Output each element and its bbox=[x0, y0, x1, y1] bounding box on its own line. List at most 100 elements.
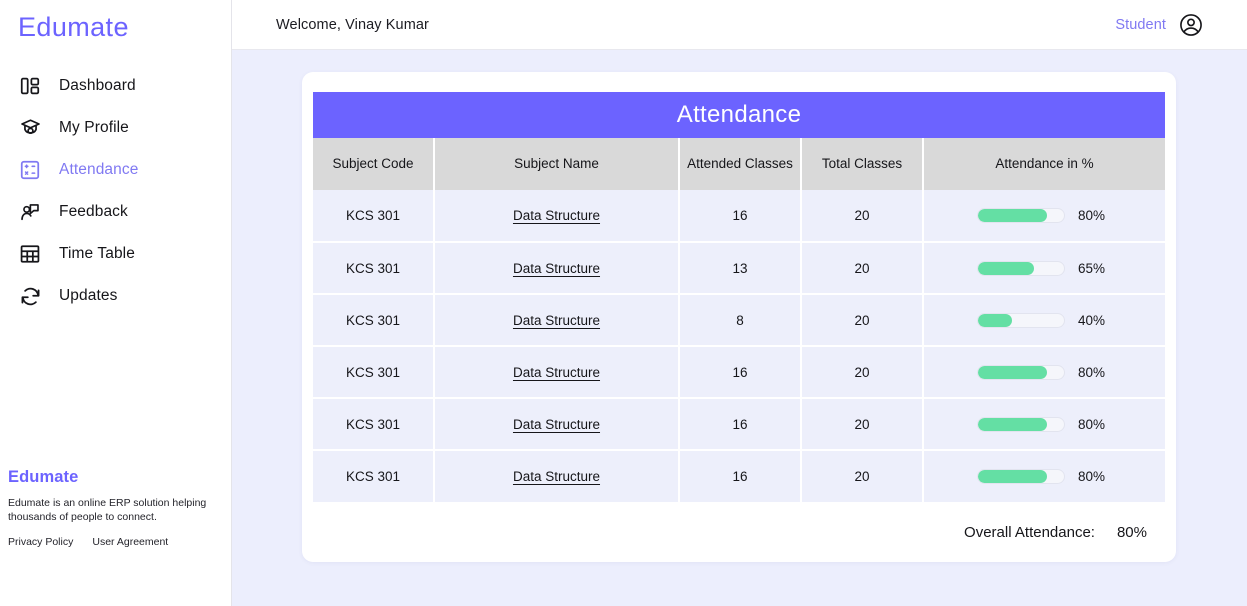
table-grid-icon bbox=[17, 241, 43, 267]
cell-total: 20 bbox=[801, 242, 924, 295]
column-header-attendance-pct: Attendance in % bbox=[923, 138, 1165, 190]
cell-attended: 16 bbox=[679, 398, 802, 451]
attendance-grid-icon bbox=[17, 157, 43, 183]
progress-group: 80% bbox=[928, 416, 1161, 432]
cell-subject-name: Data Structure bbox=[434, 190, 680, 243]
table-row: KCS 301 Data Structure 16 20 80% bbox=[313, 346, 1165, 399]
cell-subject-code: KCS 301 bbox=[313, 450, 435, 502]
cell-attended: 16 bbox=[679, 450, 802, 502]
subject-link[interactable]: Data Structure bbox=[513, 469, 600, 484]
cell-subject-name: Data Structure bbox=[434, 398, 680, 451]
overall-attendance-value: 80% bbox=[1116, 524, 1147, 541]
cell-total: 20 bbox=[801, 294, 924, 347]
progress-fill bbox=[978, 365, 1047, 379]
cell-subject-code: KCS 301 bbox=[313, 346, 435, 399]
refresh-icon bbox=[17, 283, 43, 309]
column-header-subject-name: Subject Name bbox=[434, 138, 680, 190]
progress-group: 80% bbox=[928, 469, 1161, 484]
footer-description: Edumate is an online ERP solution helpin… bbox=[8, 496, 207, 523]
table-row: KCS 301 Data Structure 16 20 80% bbox=[313, 450, 1165, 502]
cell-subject-code: KCS 301 bbox=[313, 398, 435, 451]
cell-attendance-percent: 40% bbox=[923, 294, 1165, 347]
progress-fill bbox=[978, 209, 1047, 222]
cell-subject-name: Data Structure bbox=[434, 242, 680, 295]
overall-attendance-label: Overall Attendance: bbox=[964, 524, 1095, 541]
top-header: Welcome, Vinay Kumar Student bbox=[232, 0, 1247, 50]
cell-total: 20 bbox=[801, 190, 924, 243]
column-header-subject-code: Subject Code bbox=[313, 138, 435, 190]
sidebar-item-label: Time Table bbox=[59, 245, 135, 262]
progress-fill bbox=[978, 261, 1034, 275]
sidebar-item-label: Feedback bbox=[59, 203, 128, 220]
sidebar-item-label: Attendance bbox=[59, 161, 139, 178]
cell-attendance-percent: 80% bbox=[923, 450, 1165, 502]
sidebar-item-label: My Profile bbox=[59, 119, 129, 136]
progress-fill bbox=[978, 417, 1047, 431]
percent-label: 65% bbox=[1078, 260, 1106, 276]
cell-subject-name: Data Structure bbox=[434, 450, 680, 502]
footer-links: Privacy Policy User Agreement bbox=[8, 536, 223, 548]
sidebar-item-dashboard[interactable]: Dashboard bbox=[0, 65, 231, 107]
progress-track bbox=[977, 260, 1065, 276]
cell-attended: 13 bbox=[679, 242, 802, 295]
cell-total: 20 bbox=[801, 450, 924, 502]
main-area: Welcome, Vinay Kumar Student Attendance bbox=[232, 0, 1247, 606]
progress-group: 40% bbox=[928, 312, 1161, 328]
table-head: Subject Code Subject Name Attended Class… bbox=[313, 138, 1165, 190]
attendance-title: Attendance bbox=[313, 92, 1165, 138]
progress-track bbox=[977, 208, 1065, 223]
cell-total: 20 bbox=[801, 346, 924, 399]
sidebar-item-time-table[interactable]: Time Table bbox=[0, 233, 231, 275]
dashboard-icon bbox=[17, 73, 43, 99]
subject-link[interactable]: Data Structure bbox=[513, 365, 600, 380]
progress-group: 80% bbox=[928, 364, 1161, 380]
table-row: KCS 301 Data Structure 16 20 80% bbox=[313, 398, 1165, 451]
welcome-text: Welcome, Vinay Kumar bbox=[276, 16, 429, 33]
user-agreement-link[interactable]: User Agreement bbox=[92, 536, 168, 548]
percent-label: 80% bbox=[1078, 469, 1106, 484]
privacy-policy-link[interactable]: Privacy Policy bbox=[8, 536, 73, 548]
role-label[interactable]: Student bbox=[1115, 17, 1166, 33]
account-circle-icon[interactable] bbox=[1178, 12, 1204, 38]
sidebar-item-updates[interactable]: Updates bbox=[0, 275, 231, 317]
cell-attended: 16 bbox=[679, 346, 802, 399]
cell-subject-code: KCS 301 bbox=[313, 294, 435, 347]
percent-label: 80% bbox=[1078, 208, 1106, 223]
sidebar: Edumate Dashboard My Profile Attendance … bbox=[0, 0, 232, 606]
cell-subject-name: Data Structure bbox=[434, 346, 680, 399]
cell-attendance-percent: 80% bbox=[923, 346, 1165, 399]
cell-total: 20 bbox=[801, 398, 924, 451]
sidebar-item-label: Updates bbox=[59, 287, 118, 304]
table-header-row: Subject Code Subject Name Attended Class… bbox=[313, 138, 1165, 190]
percent-label: 40% bbox=[1078, 312, 1106, 328]
cell-subject-name: Data Structure bbox=[434, 294, 680, 347]
sidebar-item-attendance[interactable]: Attendance bbox=[0, 149, 231, 191]
progress-group: 80% bbox=[928, 208, 1161, 223]
sidebar-footer: Edumate Edumate is an online ERP solutio… bbox=[8, 468, 223, 548]
table-row: KCS 301 Data Structure 16 20 80% bbox=[313, 190, 1165, 243]
percent-label: 80% bbox=[1078, 416, 1106, 432]
graduation-cap-icon bbox=[17, 115, 43, 141]
attendance-card: Attendance Subject Code Subject Name Att… bbox=[302, 72, 1176, 562]
footer-brand: Edumate bbox=[8, 467, 79, 486]
progress-track bbox=[977, 469, 1065, 484]
cell-subject-code: KCS 301 bbox=[313, 242, 435, 295]
progress-group: 65% bbox=[928, 260, 1161, 276]
sidebar-item-feedback[interactable]: Feedback bbox=[0, 191, 231, 233]
content-area: Attendance Subject Code Subject Name Att… bbox=[232, 50, 1247, 606]
cell-attendance-percent: 65% bbox=[923, 242, 1165, 295]
table-row: KCS 301 Data Structure 8 20 40% bbox=[313, 294, 1165, 347]
subject-link[interactable]: Data Structure bbox=[513, 261, 600, 276]
sidebar-item-my-profile[interactable]: My Profile bbox=[0, 107, 231, 149]
subject-link[interactable]: Data Structure bbox=[513, 208, 600, 223]
header-right-group: Student bbox=[1115, 12, 1204, 38]
attendance-table: Subject Code Subject Name Attended Class… bbox=[313, 138, 1165, 502]
subject-link[interactable]: Data Structure bbox=[513, 313, 600, 328]
table-body: KCS 301 Data Structure 16 20 80% KCS 301… bbox=[313, 190, 1165, 502]
progress-fill bbox=[978, 313, 1013, 327]
subject-link[interactable]: Data Structure bbox=[513, 417, 600, 432]
app-root: Edumate Dashboard My Profile Attendance … bbox=[0, 0, 1247, 606]
percent-label: 80% bbox=[1078, 364, 1106, 380]
cell-attended: 8 bbox=[679, 294, 802, 347]
cell-attendance-percent: 80% bbox=[923, 398, 1165, 451]
